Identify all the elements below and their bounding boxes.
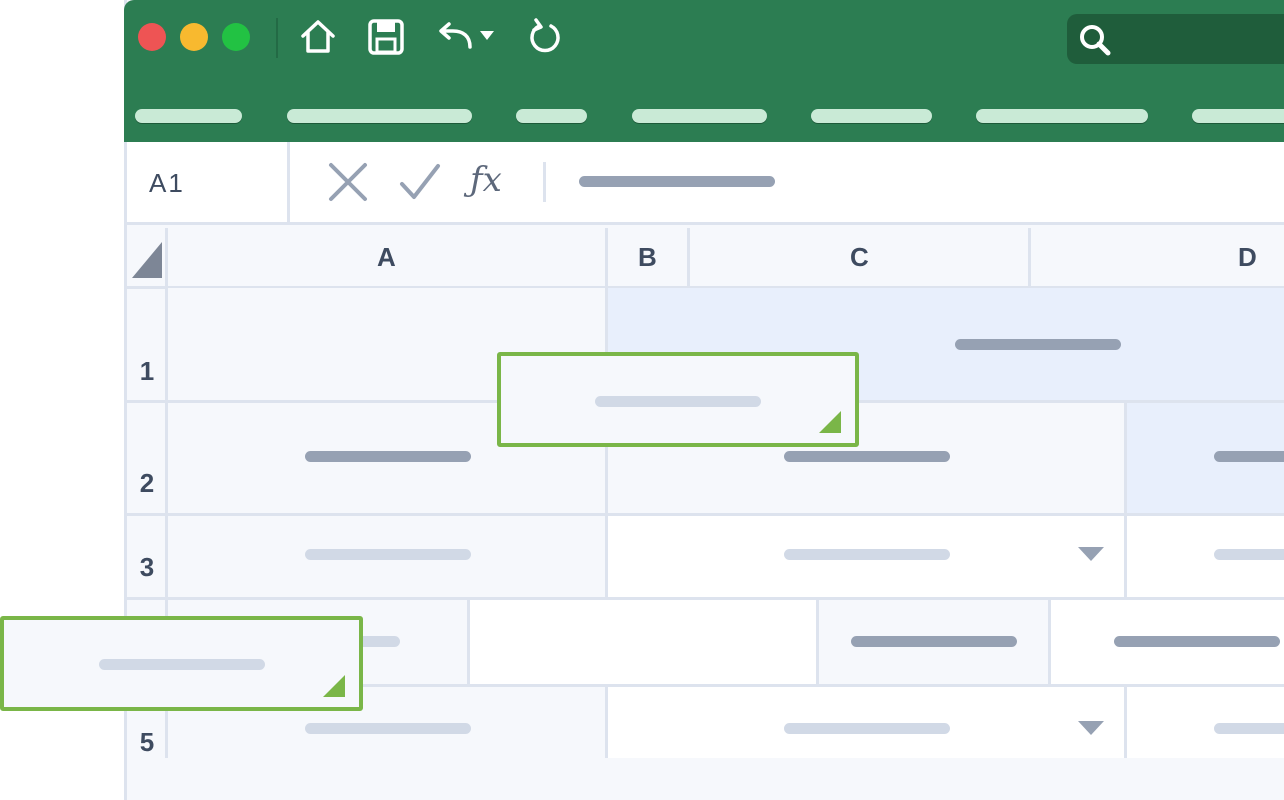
cell-value-placeholder (1114, 636, 1280, 647)
cancel-entry-icon[interactable] (326, 160, 370, 204)
cell-value-placeholder (305, 451, 471, 462)
column-header-d[interactable]: D (1238, 242, 1257, 273)
cell-value-placeholder (305, 549, 471, 560)
insert-function-button[interactable]: ƒx (470, 160, 502, 200)
redo-refresh-icon[interactable] (524, 16, 566, 58)
ribbon-tab-3[interactable] (516, 109, 587, 123)
search-box[interactable] (1067, 14, 1284, 64)
home-icon[interactable] (298, 16, 338, 58)
row-header-5[interactable]: 5 (128, 727, 166, 758)
column-header-c[interactable]: C (850, 242, 869, 273)
ribbon-tab-5[interactable] (811, 109, 932, 123)
cell-value-placeholder (305, 723, 471, 734)
undo-icon[interactable] (436, 16, 498, 58)
search-icon (1080, 25, 1111, 56)
toolbar-divider (276, 18, 278, 58)
cell-value-placeholder (1214, 451, 1284, 462)
cell-value-placeholder (784, 451, 950, 462)
cell-value-placeholder (1214, 723, 1284, 734)
maximize-window-button[interactable] (222, 23, 250, 51)
column-header-b[interactable]: B (638, 242, 657, 273)
row-header-3[interactable]: 3 (128, 552, 166, 583)
ribbon-tab-2[interactable] (287, 109, 472, 123)
column-header-a[interactable]: A (377, 242, 396, 273)
row-header-2[interactable]: 2 (128, 468, 166, 499)
ribbon-tab-4[interactable] (632, 109, 767, 123)
cell-value-placeholder (955, 339, 1121, 350)
dropdown-arrow-icon[interactable] (1078, 547, 1104, 561)
cell-value-placeholder (784, 549, 950, 560)
floating-selected-cell[interactable] (0, 616, 363, 711)
formula-divider (543, 162, 546, 202)
close-window-button[interactable] (138, 23, 166, 51)
column-header-row (127, 228, 1284, 289)
select-all-icon[interactable] (132, 240, 162, 280)
minimize-window-button[interactable] (180, 23, 208, 51)
formula-content-placeholder[interactable] (579, 176, 775, 187)
undo-dropdown-chevron-icon (480, 31, 494, 40)
ribbon-tab-6[interactable] (976, 109, 1148, 123)
cell-b4[interactable] (470, 600, 816, 684)
cell-value-placeholder (99, 659, 265, 670)
ribbon-tab-1[interactable] (135, 109, 242, 123)
fill-handle-icon[interactable] (819, 411, 841, 433)
confirm-entry-icon[interactable] (398, 160, 442, 204)
save-icon[interactable] (366, 16, 406, 58)
name-box-value: A1 (149, 168, 185, 198)
name-box[interactable]: A1 (127, 142, 290, 222)
fill-handle-icon[interactable] (323, 675, 345, 697)
row-header-1[interactable]: 1 (128, 356, 166, 387)
cell-value-placeholder (595, 396, 761, 407)
cell-value-placeholder (784, 723, 950, 734)
cell-value-placeholder (851, 636, 1017, 647)
ribbon-tab-7[interactable] (1192, 109, 1284, 123)
dropdown-arrow-icon[interactable] (1078, 721, 1104, 735)
cell-value-placeholder (1214, 549, 1284, 560)
floating-selected-cell[interactable] (497, 352, 859, 447)
